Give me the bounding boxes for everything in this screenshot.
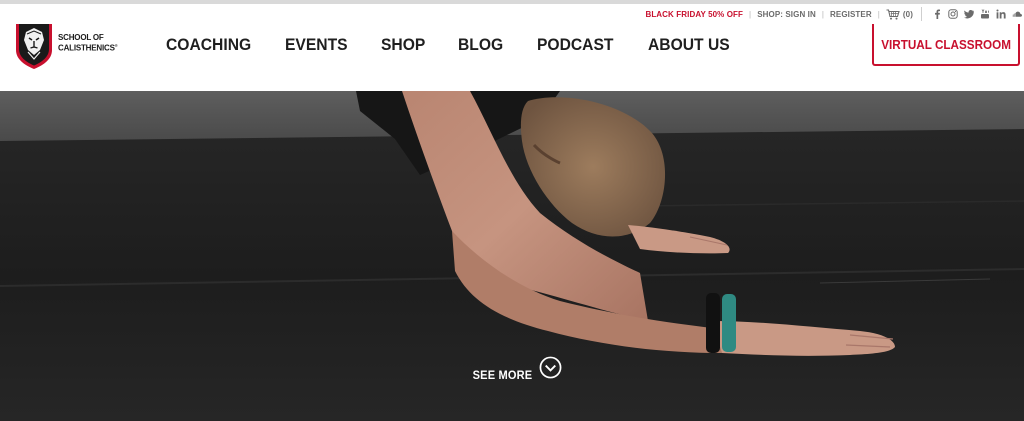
soundcloud-icon[interactable] [1012, 9, 1022, 19]
separator: | [821, 9, 825, 19]
chevron-down-circle-icon[interactable] [539, 356, 562, 379]
cart-icon [886, 8, 900, 20]
nav-item-about-us[interactable]: ABOUT US [648, 35, 730, 55]
nav-item-podcast[interactable]: PODCAST [537, 35, 613, 55]
separator: | [749, 9, 752, 19]
logo-line-2-text: CALISTHENICS [58, 43, 115, 53]
see-more-link[interactable]: SEE MORE [466, 350, 566, 384]
nav-item-events[interactable]: EVENTS [285, 35, 348, 55]
nav-item-shop[interactable]: SHOP [381, 35, 425, 55]
cart-count: (0) [902, 9, 913, 19]
hero-video: SEE MORE [0, 91, 1024, 421]
register-link[interactable]: REGISTER [830, 10, 872, 19]
logo-wordmark: SCHOOL OF CALISTHENICS® [58, 33, 118, 53]
sign-in-link[interactable]: SHOP: SIGN IN [757, 10, 816, 19]
registered-mark: ® [114, 43, 118, 48]
separator: | [877, 9, 880, 19]
logo-line-1: SCHOOL OF [58, 33, 104, 42]
site-header: SCHOOL OF CALISTHENICS® COACHING EVENTS … [0, 24, 1024, 91]
virtual-classroom-button[interactable]: VIRTUAL CLASSROOM [872, 24, 1020, 66]
main-nav: COACHING EVENTS SHOP BLOG PODCAST ABOUT … [166, 34, 769, 56]
see-more-label: SEE MORE [472, 368, 533, 382]
twitter-icon[interactable] [964, 9, 974, 19]
linkedin-icon[interactable] [996, 9, 1006, 19]
social-links [932, 9, 1022, 19]
youtube-icon[interactable] [980, 9, 990, 19]
nav-item-blog[interactable]: BLOG [458, 35, 503, 55]
black-friday-promo-link[interactable]: BLACK FRIDAY 50% OFF [645, 10, 743, 19]
lion-shield-logo-icon [16, 24, 52, 69]
divider [921, 7, 922, 21]
cart-link[interactable]: (0) [886, 8, 913, 20]
site-logo[interactable]: SCHOOL OF CALISTHENICS® [14, 24, 118, 70]
instagram-icon[interactable] [948, 9, 958, 19]
virtual-classroom-label: VIRTUAL CLASSROOM [881, 36, 1011, 52]
utility-bar: BLACK FRIDAY 50% OFF | SHOP: SIGN IN | R… [0, 4, 1024, 24]
facebook-icon[interactable] [932, 9, 942, 19]
nav-item-coaching[interactable]: COACHING [166, 35, 251, 55]
logo-line-2: CALISTHENICS® [58, 42, 118, 53]
